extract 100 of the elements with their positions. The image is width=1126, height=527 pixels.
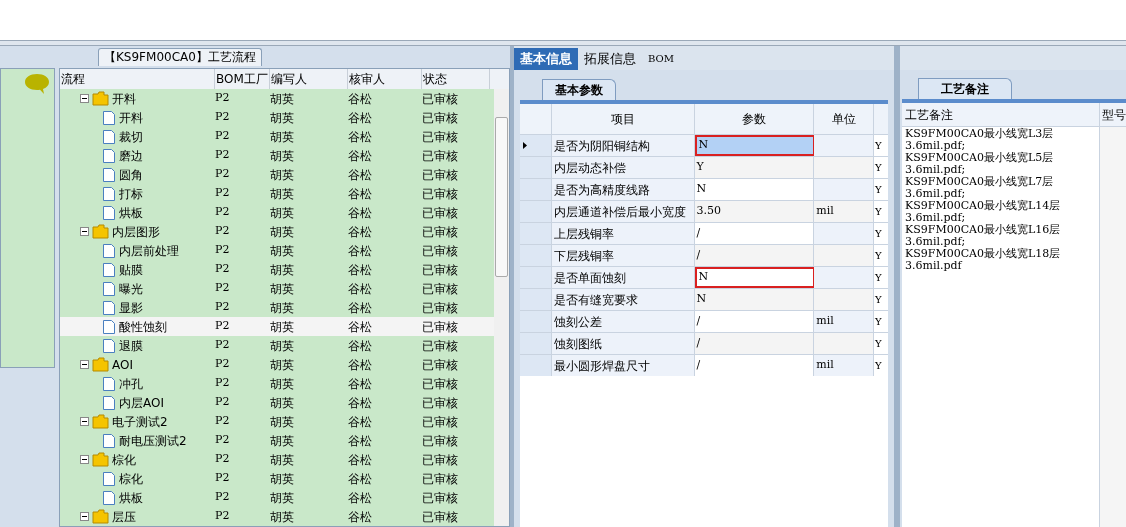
table-cell-text: P2 — [215, 318, 231, 335]
tab[interactable]: 基本信息 — [514, 48, 578, 70]
collapse-icon[interactable] — [80, 360, 89, 369]
table-cell-text: 谷松 — [348, 508, 373, 526]
table-cell: 最小圆形焊盘尺寸 — [551, 355, 695, 376]
column-header[interactable]: 单位 — [814, 104, 875, 134]
table-cell-text: P2 — [215, 128, 231, 145]
table-cell-text: 已审核 — [422, 337, 459, 355]
table-cell-text: 谷松 — [348, 356, 373, 374]
table-cell: 内层动态补偿 — [551, 157, 695, 178]
table-cell-text: 谷松 — [348, 432, 373, 450]
table-cell-text: 已审核 — [422, 356, 459, 374]
panel-title: 【KS9FM00CA0】工艺流程 — [98, 48, 262, 66]
table-cell-text: 谷松 — [348, 204, 373, 222]
speech-bubble-icon[interactable] — [24, 73, 50, 95]
table-cell-text: 已审核 — [422, 394, 459, 412]
table-cell: 是否单面蚀刻 — [551, 267, 695, 288]
value-cell[interactable]: N — [694, 289, 815, 310]
value-cell[interactable]: / — [694, 223, 815, 244]
column-header[interactable]: 型号 — [1100, 103, 1126, 126]
table-cell-text: 谷松 — [348, 109, 373, 127]
subtab[interactable]: 基本参数 — [542, 79, 616, 100]
table-cell-text: 谷松 — [348, 242, 373, 260]
table-cell-text: 谷松 — [348, 375, 373, 393]
step-name: 内层AOI — [119, 394, 164, 412]
table-cell-text: 已审核 — [422, 109, 459, 127]
step-name: 曝光 — [119, 280, 143, 298]
step-name: 贴膜 — [119, 261, 143, 279]
table-cell-text: 已审核 — [422, 166, 459, 184]
tab[interactable]: BOM — [642, 48, 680, 70]
table-cell-text: P2 — [215, 109, 231, 126]
tab[interactable]: 拓展信息 — [578, 48, 642, 70]
collapse-icon[interactable] — [80, 417, 89, 426]
document-icon — [102, 147, 116, 164]
step-name: 冲孔 — [119, 375, 143, 393]
table-cell: mil — [814, 355, 875, 376]
table-cell-text: P2 — [215, 223, 231, 240]
value-cell[interactable]: 3.50 — [694, 201, 815, 222]
document-icon — [102, 318, 116, 335]
table-cell: mil — [814, 311, 875, 332]
value-cell[interactable]: / — [694, 333, 815, 354]
collapse-icon[interactable] — [80, 512, 89, 521]
table-cell-text: P2 — [215, 299, 231, 316]
collapse-icon[interactable] — [80, 227, 89, 236]
folder-icon — [92, 357, 109, 372]
table-cell-text: 胡英 — [270, 489, 295, 507]
document-icon — [102, 375, 116, 392]
value-cell[interactable]: Y — [694, 157, 815, 178]
current-row-icon — [523, 142, 527, 149]
table-cell-text: 胡英 — [270, 147, 295, 165]
table-cell-text: 胡英 — [270, 318, 295, 336]
value-cell[interactable]: N — [694, 267, 815, 288]
table-cell-text: 胡英 — [270, 90, 295, 108]
step-name: 退膜 — [119, 337, 143, 355]
step-name: 开料 — [112, 90, 136, 108]
row-header[interactable] — [520, 135, 552, 156]
value-cell[interactable]: N — [694, 179, 815, 200]
value-cell[interactable]: / — [694, 311, 815, 332]
table-cell-text: 已审核 — [422, 242, 459, 260]
table-cell-text: 胡英 — [270, 394, 295, 412]
table-cell-text: 已审核 — [422, 318, 459, 336]
table-cell-text: 胡英 — [270, 280, 295, 298]
document-icon — [102, 489, 116, 506]
column-header[interactable]: 项目 — [551, 104, 695, 134]
tree-row[interactable]: 酸性蚀刻 P2 胡英 谷松 已审核 — [60, 317, 495, 336]
table-cell-text: Y — [874, 271, 883, 285]
step-name: 耐电压测试2 — [119, 432, 187, 450]
table-cell-text: Y — [874, 227, 883, 241]
table-cell-text: P2 — [215, 242, 231, 259]
table-cell-text: Y — [874, 205, 883, 219]
value-cell[interactable]: / — [694, 245, 815, 266]
table-cell-text: 胡英 — [270, 109, 295, 127]
document-icon — [102, 299, 116, 316]
table-cell-text: 谷松 — [348, 470, 373, 488]
step-name: 棕化 — [112, 451, 136, 469]
table-cell: 蚀刻图纸 — [551, 333, 695, 354]
table-cell-text: 谷松 — [348, 90, 373, 108]
table-cell-text: P2 — [215, 185, 231, 202]
table-cell-text: 谷松 — [348, 489, 373, 507]
table-cell-text: 谷松 — [348, 185, 373, 203]
table-cell-text: 已审核 — [422, 451, 459, 469]
folder-icon — [92, 91, 109, 106]
collapse-icon[interactable] — [80, 94, 89, 103]
folder-icon — [92, 414, 109, 429]
value-cell[interactable]: / — [694, 355, 815, 376]
column-header[interactable]: 工艺备注 — [902, 103, 1100, 126]
table-cell: 是否为阴阳铜结构 — [551, 135, 695, 156]
document-icon — [102, 204, 116, 221]
table-cell-text: 谷松 — [348, 280, 373, 298]
collapse-icon[interactable] — [80, 455, 89, 464]
table-cell-text: 胡英 — [270, 261, 295, 279]
table-cell-text: 胡英 — [270, 185, 295, 203]
document-icon — [102, 242, 116, 259]
scrollbar[interactable] — [494, 89, 510, 526]
table-cell: 是否有缝宽要求 — [551, 289, 695, 310]
column-header[interactable]: 参数 — [694, 104, 815, 134]
value-cell[interactable]: N — [694, 135, 815, 156]
step-name: 烘板 — [119, 204, 143, 222]
subtab[interactable]: 工艺备注 — [918, 78, 1012, 99]
step-name: AOI — [112, 356, 133, 374]
